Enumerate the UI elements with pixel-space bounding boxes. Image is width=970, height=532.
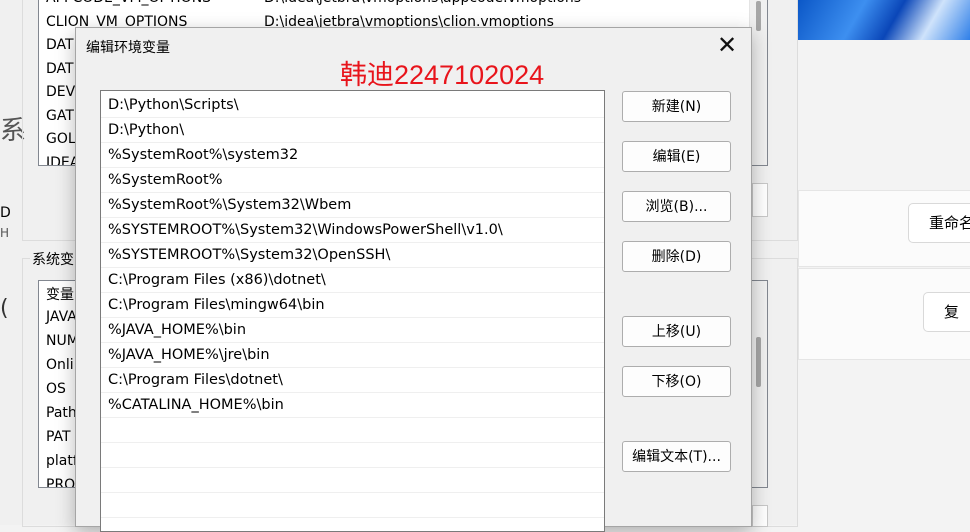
var-name: DAT <box>46 37 74 53</box>
empty-list-row[interactable] <box>101 468 604 493</box>
rename-button[interactable]: 重命名 <box>908 203 970 243</box>
back-button[interactable] <box>752 505 768 527</box>
dialog-title: 编辑环境变量 <box>86 40 170 56</box>
path-list-item[interactable]: %JAVA_HOME%\jre\bin <box>101 343 604 368</box>
side-glyph: D <box>0 205 11 221</box>
path-list-item[interactable]: %SystemRoot%\System32\Wbem <box>101 193 604 218</box>
var-name: GAT <box>46 107 74 124</box>
path-list-item[interactable]: %JAVA_HOME%\bin <box>101 318 604 343</box>
path-list-item[interactable]: %SystemRoot% <box>101 168 604 193</box>
var-name: DEV <box>46 84 76 100</box>
path-list-item[interactable]: D:\Python\ <box>101 118 604 143</box>
var-name: GOL <box>46 131 76 147</box>
browse-button[interactable]: 浏览(B)... <box>622 191 731 222</box>
new-button[interactable]: 新建(N) <box>622 91 731 122</box>
var-name: DAT <box>46 60 74 77</box>
user-var-row[interactable]: APPCODE_VM_OPTIONS D:\idea\jetbra\vmoptio… <box>39 0 767 11</box>
side-glyph: H <box>0 226 10 240</box>
path-list-item[interactable]: %SYSTEMROOT%\System32\OpenSSH\ <box>101 243 604 268</box>
var-value: D:\idea\jetbra\vmoptions\appcode.vmoptio… <box>264 0 581 10</box>
settings-window: 重命名 复 <box>798 40 970 525</box>
watermark-text: 韩迪2247102024 <box>340 60 545 90</box>
path-list-item[interactable]: %CATALINA_HOME%\bin <box>101 393 604 418</box>
delete-button[interactable]: 删除(D) <box>622 241 731 272</box>
empty-list-row[interactable] <box>101 418 604 443</box>
empty-list-row[interactable] <box>101 493 604 518</box>
edit-button[interactable]: 编辑(E) <box>622 141 731 172</box>
move-up-button[interactable]: 上移(U) <box>622 316 731 347</box>
copy-button[interactable]: 复 <box>923 292 970 332</box>
system-vars-label: 系统变 <box>30 249 76 269</box>
path-list-item[interactable]: C:\Program Files (x86)\dotnet\ <box>101 268 604 293</box>
move-down-button[interactable]: 下移(O) <box>622 366 731 397</box>
scrollbar-thumb[interactable] <box>756 1 761 31</box>
edit-text-button[interactable]: 编辑文本(T)... <box>622 441 731 472</box>
path-list[interactable]: D:\Python\Scripts\ D:\Python\ %SystemRoot%… <box>100 90 605 532</box>
edit-env-var-dialog: 编辑环境变量 ✕ 韩迪2247102024 D:\Python\Scripts\… <box>75 27 752 532</box>
path-list-item[interactable]: C:\Program Files\dotnet\ <box>101 368 604 393</box>
close-icon: ✕ <box>716 31 738 59</box>
empty-list-row[interactable] <box>101 443 604 468</box>
path-list-item[interactable]: %SystemRoot%\system32 <box>101 143 604 168</box>
empty-list-row[interactable] <box>101 518 604 531</box>
close-button[interactable]: ✕ <box>709 31 745 61</box>
path-list-item[interactable]: %SYSTEMROOT%\System32\WindowsPowerShell\… <box>101 218 604 243</box>
back-button[interactable] <box>752 183 768 217</box>
desktop-wallpaper <box>798 0 970 40</box>
path-list-item[interactable]: D:\Python\Scripts\ <box>101 91 604 118</box>
var-name: APPCODE_VM_OPTIONS <box>46 0 211 6</box>
path-list-item[interactable]: C:\Program Files\mingw64\bin <box>101 293 604 318</box>
scrollbar-thumb[interactable] <box>756 337 761 387</box>
